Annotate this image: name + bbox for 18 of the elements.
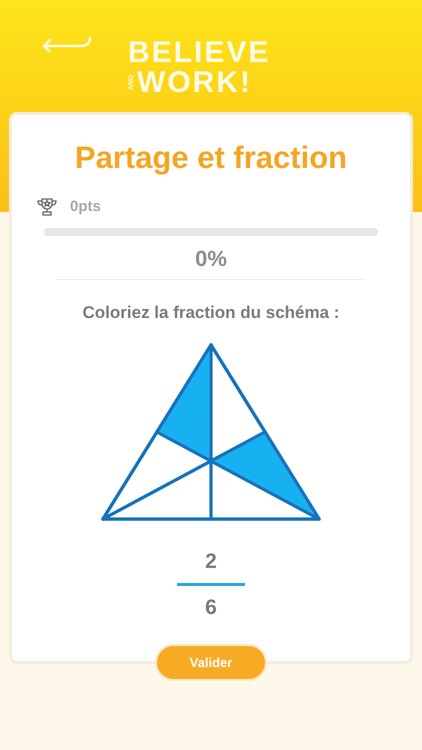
fraction-numerator: 2 — [205, 548, 217, 574]
logo-title: BELIEVE — [128, 38, 270, 68]
triangle-part[interactable] — [110, 463, 210, 517]
exercise-title: Partage et fraction — [74, 139, 348, 177]
validate-button[interactable]: Valider — [155, 644, 267, 681]
triangle-part[interactable] — [214, 434, 314, 514]
fraction-bar — [177, 583, 245, 586]
fraction-denominator: 6 — [205, 595, 217, 621]
points-label: 0pts — [70, 196, 101, 216]
trophy-icon — [36, 198, 58, 216]
triangle-part[interactable] — [212, 350, 263, 458]
back-arrow-icon — [40, 36, 92, 52]
triangle-part[interactable] — [159, 350, 210, 458]
logo-title: WORK! — [137, 68, 252, 98]
progress-percent: 0% — [195, 245, 227, 273]
instruction-text: Coloriez la fraction du schéma : — [82, 302, 340, 324]
triangle-part[interactable] — [108, 434, 208, 514]
triangle-part[interactable] — [212, 463, 312, 517]
